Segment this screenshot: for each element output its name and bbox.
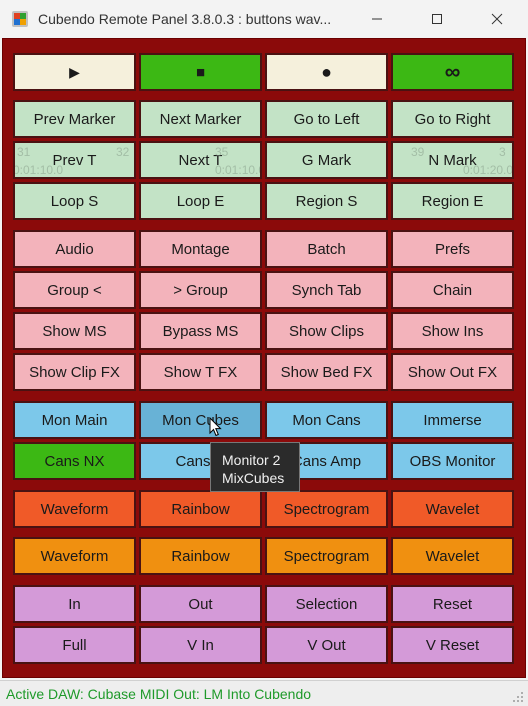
waveform-button-2[interactable]: Waveform (13, 537, 136, 575)
button-panel: ▶ ■ ● ∞ Prev Marker Next Marker Go to Le… (2, 38, 526, 678)
in-button[interactable]: In (13, 585, 136, 623)
go-to-left-button[interactable]: Go to Left (265, 100, 388, 138)
cans-nx-button[interactable]: Cans NX (13, 442, 136, 480)
montage-button[interactable]: Montage (139, 230, 262, 268)
tooltip-line-1: Monitor 2 (222, 452, 281, 468)
resize-grip-icon[interactable] (512, 691, 524, 703)
batch-button[interactable]: Batch (265, 230, 388, 268)
ruler-ghost-32: 32 (116, 145, 130, 159)
next-marker-button[interactable]: Next Marker (139, 100, 262, 138)
show-t-fx-button[interactable]: Show T FX (139, 353, 262, 391)
minimize-button[interactable] (354, 0, 400, 38)
prev-t-label: Prev T (52, 151, 97, 169)
selection-button[interactable]: Selection (265, 585, 388, 623)
show-ms-button[interactable]: Show MS (13, 312, 136, 350)
audio-button[interactable]: Audio (13, 230, 136, 268)
show-ins-button[interactable]: Show Ins (391, 312, 514, 350)
mon-cubes-button[interactable]: Mon Cubes (139, 401, 262, 439)
n-mark-label: N Mark (428, 151, 477, 169)
stop-button[interactable]: ■ (139, 53, 262, 91)
ruler-ghost-3: 3 (499, 145, 506, 159)
prefs-button[interactable]: Prefs (391, 230, 514, 268)
waveform-button-1[interactable]: Waveform (13, 490, 136, 528)
wavelet-button-1[interactable]: Wavelet (391, 490, 514, 528)
minimize-icon (372, 18, 382, 20)
status-bar: Active DAW: Cubase MIDI Out: LM Into Cub… (0, 680, 528, 706)
maximize-button[interactable] (414, 0, 460, 38)
bypass-ms-button[interactable]: Bypass MS (139, 312, 262, 350)
prev-t-button[interactable]: 31 0:01:10.0 Prev T 32 (13, 141, 136, 179)
loop-e-button[interactable]: Loop E (139, 182, 262, 220)
mouse-pointer-icon (209, 417, 222, 437)
obs-monitor-button[interactable]: OBS Monitor (391, 442, 514, 480)
prev-marker-button[interactable]: Prev Marker (13, 100, 136, 138)
maximize-icon (432, 14, 442, 24)
mon-cans-button[interactable]: Mon Cans (265, 401, 388, 439)
spectrogram-button-1[interactable]: Spectrogram (265, 490, 388, 528)
play-button[interactable]: ▶ (13, 53, 136, 91)
next-t-label: Next T (178, 151, 223, 169)
group-next-button[interactable]: > Group (139, 271, 262, 309)
immerse-button[interactable]: Immerse (391, 401, 514, 439)
g-mark-button[interactable]: G Mark (265, 141, 388, 179)
status-text: Active DAW: Cubase MIDI Out: LM Into Cub… (6, 686, 312, 702)
rainbow-button-2[interactable]: Rainbow (139, 537, 262, 575)
show-clip-fx-button[interactable]: Show Clip FX (13, 353, 136, 391)
go-to-right-button[interactable]: Go to Right (391, 100, 514, 138)
stop-icon: ■ (195, 63, 206, 81)
record-icon: ● (321, 61, 332, 82)
tooltip: Monitor 2 MixCubes (210, 442, 300, 492)
window-title: Cubendo Remote Panel 3.8.0.3 : buttons w… (38, 11, 332, 27)
v-reset-button[interactable]: V Reset (391, 626, 514, 664)
tooltip-line-2: MixCubes (222, 470, 285, 486)
cycle-icon: ∞ (444, 59, 461, 84)
loop-s-button[interactable]: Loop S (13, 182, 136, 220)
n-mark-button[interactable]: 39 3 0:01:20.0 N Mark (391, 141, 514, 179)
title-bar: Cubendo Remote Panel 3.8.0.3 : buttons w… (0, 0, 528, 38)
mon-main-button[interactable]: Mon Main (13, 401, 136, 439)
synch-tab-button[interactable]: Synch Tab (265, 271, 388, 309)
cube-app-icon (12, 11, 28, 27)
spectrogram-button-2[interactable]: Spectrogram (265, 537, 388, 575)
reset-button[interactable]: Reset (391, 585, 514, 623)
wavelet-button-2[interactable]: Wavelet (391, 537, 514, 575)
out-button[interactable]: Out (139, 585, 262, 623)
record-button[interactable]: ● (265, 53, 388, 91)
next-t-button[interactable]: 35 0:01:10.0 Next T (139, 141, 262, 179)
v-out-button[interactable]: V Out (265, 626, 388, 664)
ruler-ghost-39: 39 (411, 145, 425, 159)
close-icon (491, 13, 503, 25)
region-s-button[interactable]: Region S (265, 182, 388, 220)
v-in-button[interactable]: V In (139, 626, 262, 664)
show-clips-button[interactable]: Show Clips (265, 312, 388, 350)
show-bed-fx-button[interactable]: Show Bed FX (265, 353, 388, 391)
ruler-ghost-31: 31 (17, 145, 31, 159)
close-button[interactable] (474, 0, 520, 38)
rainbow-button-1[interactable]: Rainbow (139, 490, 262, 528)
chain-button[interactable]: Chain (391, 271, 514, 309)
group-prev-button[interactable]: Group < (13, 271, 136, 309)
play-icon: ▶ (69, 63, 80, 80)
show-out-fx-button[interactable]: Show Out FX (391, 353, 514, 391)
region-e-button[interactable]: Region E (391, 182, 514, 220)
full-button[interactable]: Full (13, 626, 136, 664)
cycle-button[interactable]: ∞ (391, 53, 514, 91)
